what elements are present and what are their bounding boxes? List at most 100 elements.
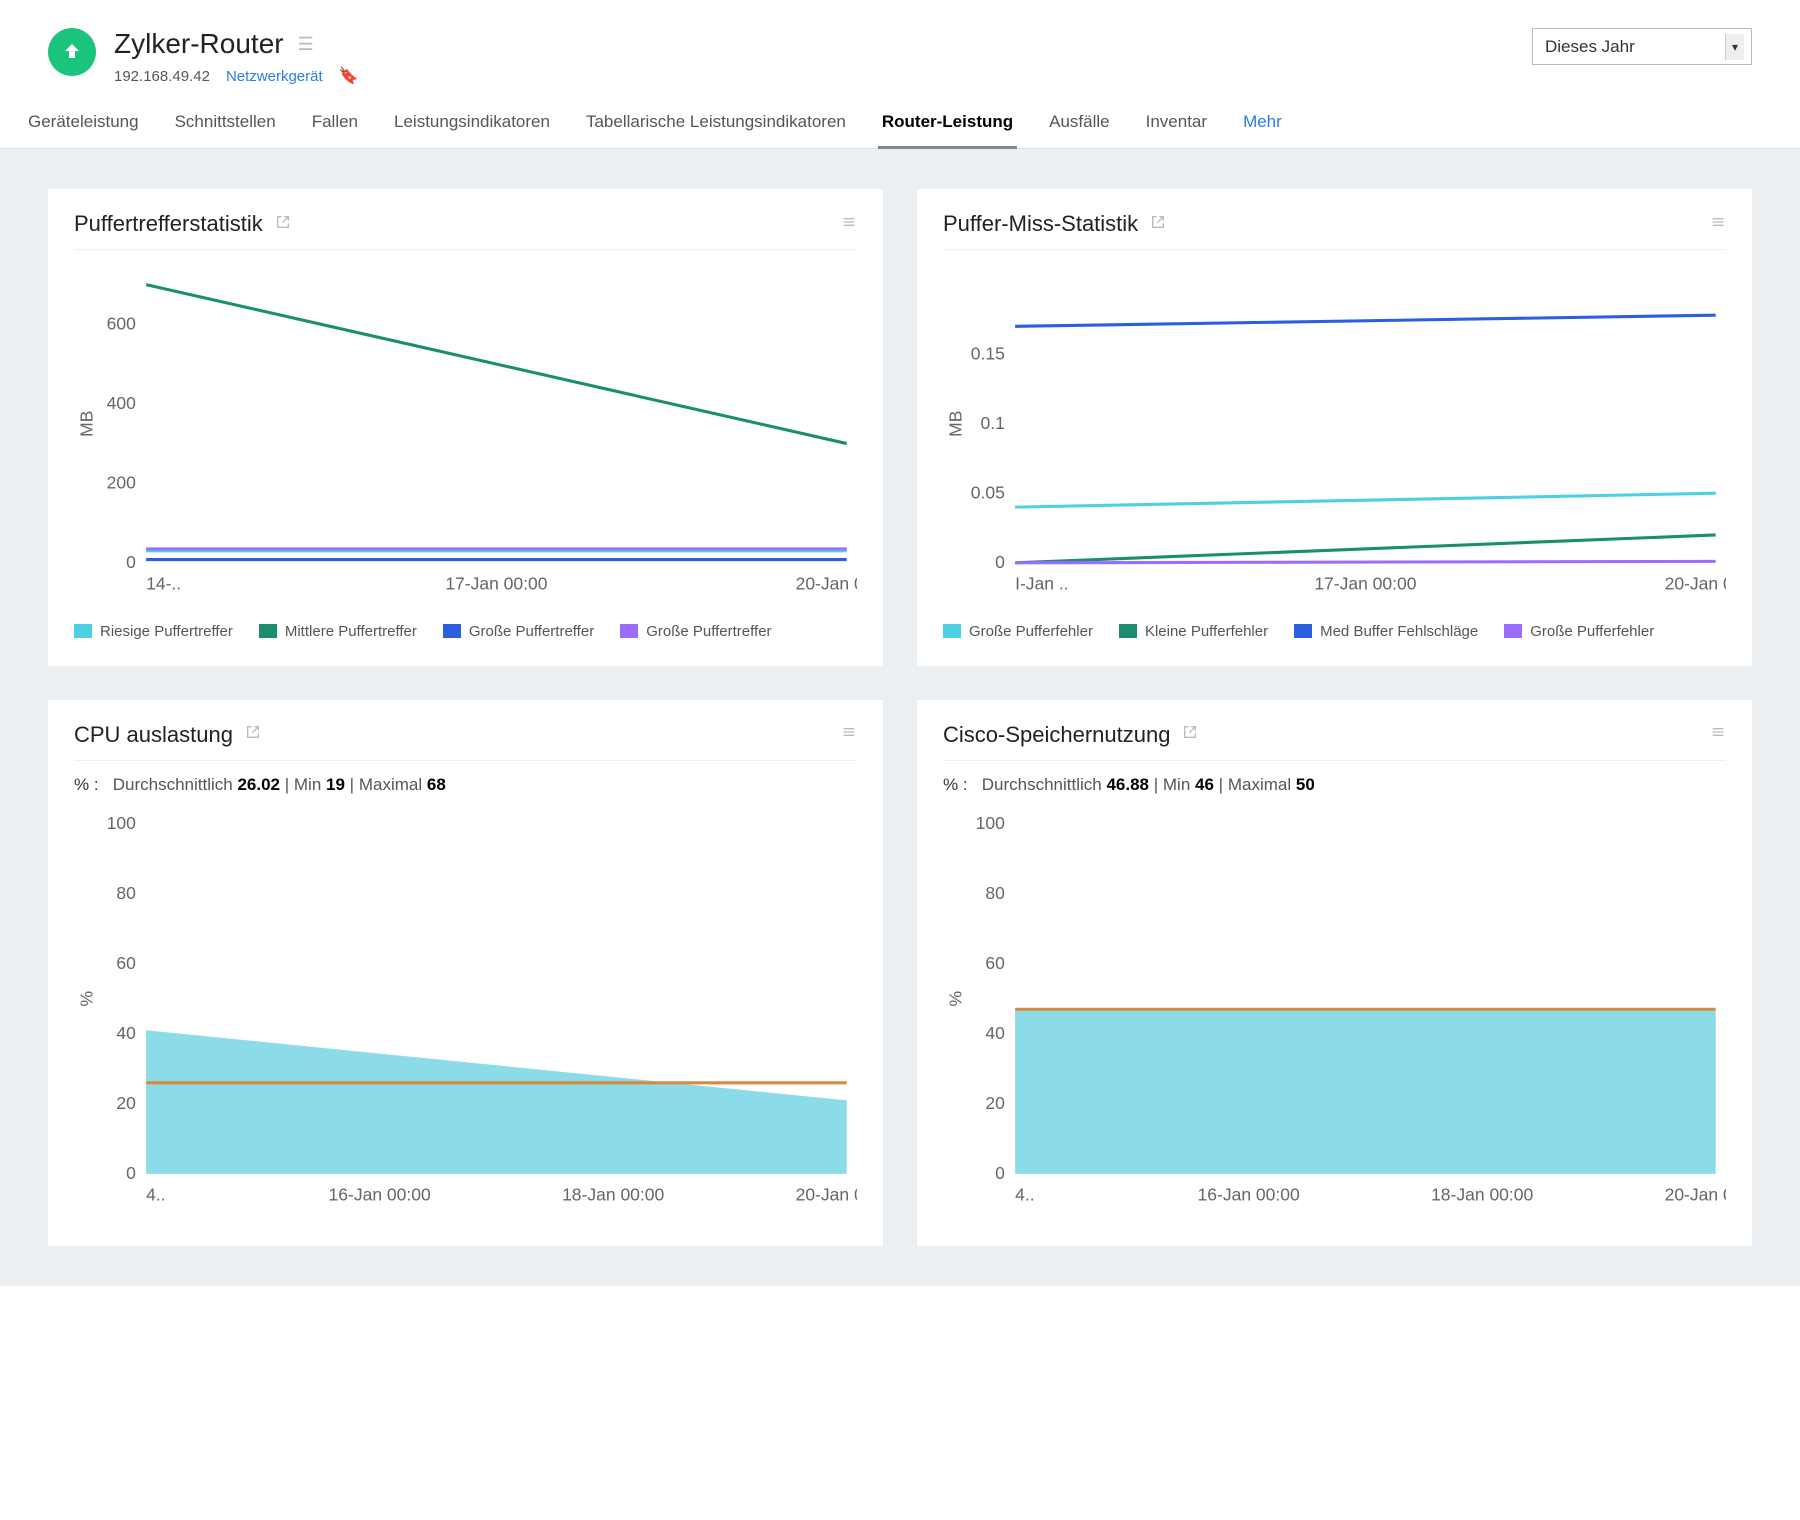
tab-devperf[interactable]: Geräteleistung [24, 102, 143, 148]
buffer-miss-chart: 00.050.10.15MBI-Jan ..17-Jan 00:0020-Jan… [943, 264, 1726, 604]
legend-label: Große Puffertreffer [646, 623, 771, 640]
tab-kpis[interactable]: Leistungsindikatoren [390, 102, 554, 148]
stats-min-label: Min [294, 775, 321, 794]
tab-outages[interactable]: Ausfälle [1045, 102, 1113, 148]
legend-label: Riesige Puffertreffer [100, 623, 233, 640]
svg-text:20: 20 [985, 1093, 1005, 1113]
tab-ifaces[interactable]: Schnittstellen [171, 102, 280, 148]
svg-text:16-Jan 00:00: 16-Jan 00:00 [329, 1185, 431, 1205]
svg-text:80: 80 [985, 883, 1005, 903]
card-title: CPU auslastung [74, 722, 233, 748]
svg-text:20-Jan 00:00: 20-Jan 00:00 [796, 1185, 857, 1205]
svg-text:0: 0 [995, 552, 1005, 572]
svg-text:MB: MB [77, 411, 97, 437]
legend-swatch [74, 624, 92, 638]
svg-text:16-Jan 00:00: 16-Jan 00:00 [1198, 1185, 1300, 1205]
legend-label: Mittlere Puffertreffer [285, 623, 417, 640]
popout-icon[interactable] [275, 214, 291, 235]
legend-swatch [1504, 624, 1522, 638]
stats-max-value: 50 [1296, 775, 1315, 794]
popout-icon[interactable] [1150, 214, 1166, 235]
legend-item[interactable]: Mittlere Puffertreffer [259, 623, 417, 640]
legend-label: Große Pufferfehler [1530, 623, 1654, 640]
svg-text:4..: 4.. [146, 1185, 165, 1205]
stats-avg-label: Durchschnittlich [982, 775, 1102, 794]
svg-text:0: 0 [126, 552, 136, 572]
device-title: Zylker-Router [114, 28, 284, 60]
device-ip: 192.168.49.42 [114, 68, 210, 85]
legend-label: Med Buffer Fehlschläge [1320, 623, 1478, 640]
buffer-hit-chart: 0200400600MB14-..17-Jan 00:0020-Jan 00:0… [74, 264, 857, 604]
svg-text:MB: MB [946, 411, 966, 437]
card-title: Puffer-Miss-Statistik [943, 211, 1138, 237]
period-select[interactable]: Dieses Jahr [1532, 28, 1752, 65]
legend-swatch [259, 624, 277, 638]
svg-text:100: 100 [976, 813, 1005, 833]
svg-text:600: 600 [107, 313, 136, 333]
page-header: Zylker-Router ☰ 192.168.49.42 Netzwerkge… [0, 0, 1800, 102]
svg-text:40: 40 [116, 1023, 136, 1043]
popout-icon[interactable] [245, 724, 261, 745]
stats-avg-value: 26.02 [237, 775, 280, 794]
legend-swatch [1119, 624, 1137, 638]
svg-text:I-Jan ..: I-Jan .. [1015, 574, 1069, 594]
legend-swatch [943, 624, 961, 638]
tabs-bar: Geräteleistung Schnittstellen Fallen Leistu… [0, 102, 1800, 149]
svg-text:18-Jan 00:00: 18-Jan 00:00 [562, 1185, 664, 1205]
svg-text:14-..: 14-.. [146, 574, 181, 594]
stats-max-label: Maximal [1228, 775, 1291, 794]
card-buffer-miss: Puffer-Miss-Statistik 00.050.10.15MBI-Ja… [917, 189, 1752, 666]
legend-item[interactable]: Große Pufferfehler [943, 623, 1093, 640]
tab-routerperf[interactable]: Router-Leistung [878, 102, 1017, 149]
mem-stats: % : Durchschnittlich 46.88 | Min 46 | Ma… [943, 775, 1726, 795]
svg-text:18-Jan 00:00: 18-Jan 00:00 [1431, 1185, 1533, 1205]
tag-icon[interactable]: 🔖 [339, 66, 359, 86]
legend-item[interactable]: Med Buffer Fehlschläge [1294, 623, 1478, 640]
stats-unit: % : [943, 775, 968, 794]
tab-kpitab[interactable]: Tabellarische Leistungsindikatoren [582, 102, 850, 148]
stats-min-value: 46 [1195, 775, 1214, 794]
buffer-hit-legend: Riesige Puffertreffer Mittlere Puffertref… [74, 623, 857, 640]
status-up-icon [48, 28, 96, 76]
svg-text:400: 400 [107, 393, 136, 413]
cpu-stats: % : Durchschnittlich 26.02 | Min 19 | Ma… [74, 775, 857, 795]
tab-inventory[interactable]: Inventar [1142, 102, 1211, 148]
cpu-chart: 020406080100%4..16-Jan 00:0018-Jan 00:00… [74, 803, 857, 1215]
legend-item[interactable]: Große Pufferfehler [1504, 623, 1654, 640]
buffer-miss-legend: Große Pufferfehler Kleine Pufferfehler Med… [943, 623, 1726, 640]
legend-item[interactable]: Riesige Puffertreffer [74, 623, 233, 640]
svg-text:20-Jan 00:00: 20-Jan 00:00 [1665, 574, 1726, 594]
card-menu-icon[interactable] [841, 724, 857, 745]
card-cpu: CPU auslastung % : Durchschnittlich 26.0… [48, 700, 883, 1246]
card-title: Cisco-Speichernutzung [943, 722, 1170, 748]
legend-swatch [620, 624, 638, 638]
svg-text:0.15: 0.15 [971, 343, 1005, 363]
period-select-wrap: Dieses Jahr [1532, 28, 1752, 65]
popout-icon[interactable] [1182, 724, 1198, 745]
card-menu-icon[interactable] [1710, 214, 1726, 235]
legend-item[interactable]: Kleine Pufferfehler [1119, 623, 1268, 640]
svg-text:40: 40 [985, 1023, 1005, 1043]
stats-unit: % : [74, 775, 99, 794]
tab-traps[interactable]: Fallen [308, 102, 362, 148]
title-menu-icon[interactable]: ☰ [298, 35, 314, 53]
stats-min-value: 19 [326, 775, 345, 794]
title-block: Zylker-Router ☰ 192.168.49.42 Netzwerkge… [114, 28, 359, 86]
card-buffer-hit: Puffertrefferstatistik 0200400600MB14-..… [48, 189, 883, 666]
svg-text:80: 80 [116, 883, 136, 903]
tab-more[interactable]: Mehr [1239, 102, 1286, 148]
svg-text:20: 20 [116, 1093, 136, 1113]
legend-item[interactable]: Große Puffertreffer [443, 623, 594, 640]
legend-swatch [443, 624, 461, 638]
svg-text:200: 200 [107, 472, 136, 492]
stats-avg-label: Durchschnittlich [113, 775, 233, 794]
card-menu-icon[interactable] [841, 214, 857, 235]
svg-text:0.1: 0.1 [980, 413, 1004, 433]
card-menu-icon[interactable] [1710, 724, 1726, 745]
legend-item[interactable]: Große Puffertreffer [620, 623, 771, 640]
card-memory: Cisco-Speichernutzung % : Durchschnittli… [917, 700, 1752, 1246]
svg-text:%: % [77, 991, 97, 1007]
legend-label: Große Pufferfehler [969, 623, 1093, 640]
card-grid: Puffertrefferstatistik 0200400600MB14-..… [0, 149, 1800, 1286]
device-type-link[interactable]: Netzwerkgerät [226, 68, 323, 85]
